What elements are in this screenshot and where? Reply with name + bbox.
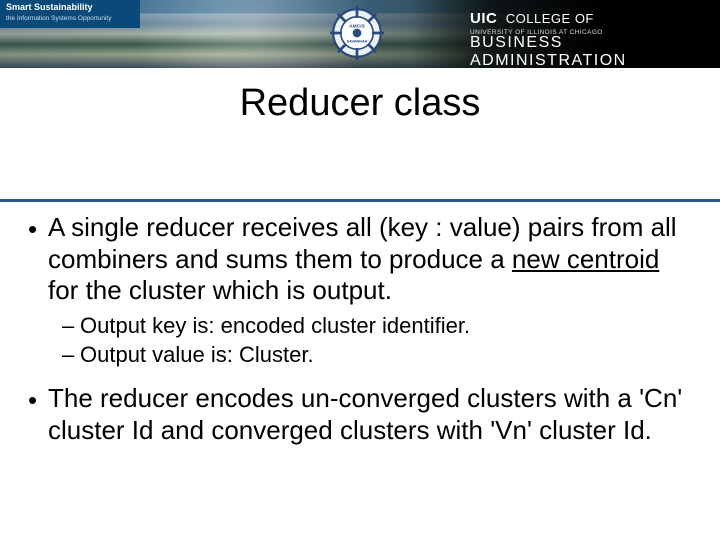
bullet-1-text: A single reducer receives all (key : val… <box>48 212 692 307</box>
bullet-1-sublist: – Output key is: encoded cluster identif… <box>62 313 692 369</box>
wheel-text-top: AMCIS <box>349 24 365 30</box>
ship-wheel-icon: AMCIS SAVANNAH <box>330 6 384 60</box>
banner-left-subtitle: the Information Systems Opportunity <box>6 15 112 22</box>
dash-icon: – <box>62 313 80 340</box>
dash-icon: – <box>62 342 80 369</box>
sub-bullet-2-text: Output value is: Cluster. <box>80 342 692 369</box>
bullet-1: • A single reducer receives all (key : v… <box>28 212 692 307</box>
sub-bullet-1: – Output key is: encoded cluster identif… <box>62 313 692 340</box>
bullet-dot-icon: • <box>28 383 48 446</box>
banner-left-title: Smart Sustainability <box>6 2 93 12</box>
bullet-dot-icon: • <box>28 212 48 307</box>
slide: Smart Sustainability the Information Sys… <box>0 0 720 540</box>
sub-bullet-1-text: Output key is: encoded cluster identifie… <box>80 313 692 340</box>
college-of-text: COLLEGE OF <box>506 11 594 26</box>
bullet-1-underlined: new centroid <box>512 244 659 274</box>
bullet-2-text: The reducer encodes un-converged cluster… <box>48 383 692 446</box>
sub-bullet-2: – Output value is: Cluster. <box>62 342 692 369</box>
business-admin-text: BUSINESS ADMINISTRATION <box>470 34 706 68</box>
banner-right-block: UIC COLLEGE OF UNIVERSITY OF ILLINOIS AT… <box>410 0 720 68</box>
bullet-2: • The reducer encodes un-converged clust… <box>28 383 692 446</box>
header-banner: Smart Sustainability the Information Sys… <box>0 0 720 68</box>
bullet-1-part3: for the cluster which is output. <box>48 275 392 305</box>
slide-title: Reducer class <box>0 82 720 125</box>
wheel-text-bottom: SAVANNAH <box>347 40 368 44</box>
slide-body: • A single reducer receives all (key : v… <box>0 202 720 446</box>
banner-left-badge: Smart Sustainability the Information Sys… <box>0 0 140 28</box>
uic-logo-text: UIC <box>470 10 497 27</box>
